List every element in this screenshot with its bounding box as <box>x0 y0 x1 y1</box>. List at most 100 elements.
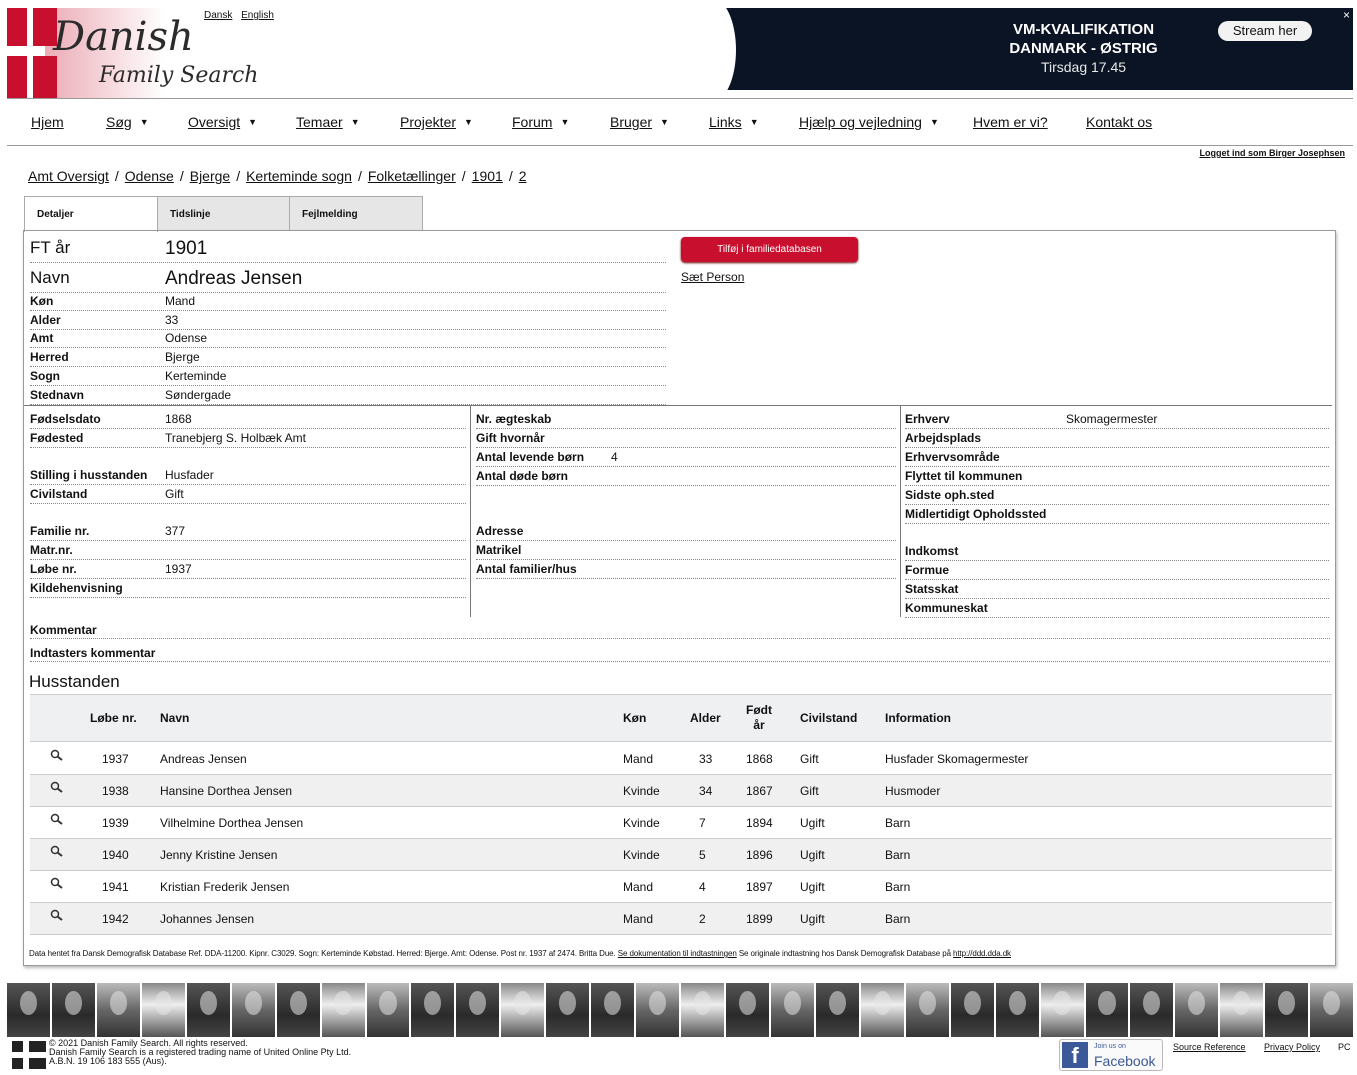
chevron-down-icon: ▼ <box>660 117 669 127</box>
historic-photo <box>321 983 365 1037</box>
site-logo[interactable]: Danish Family Search <box>7 8 297 98</box>
magnifier-icon[interactable] <box>50 781 64 793</box>
cell-info: Barn <box>885 880 911 894</box>
breadcrumb-item[interactable]: Bjerge <box>190 168 230 184</box>
documentation-link[interactable]: Se dokumentation til indtastningen <box>618 949 737 958</box>
dotted-separator <box>476 428 896 429</box>
nav-item-2[interactable]: Oversigt ▼ <box>188 114 257 130</box>
col1-value: 377 <box>165 524 186 538</box>
col-header-fodt[interactable]: Født år <box>744 703 774 733</box>
cell-civil: Ugift <box>800 880 825 894</box>
nav-item-5[interactable]: Forum ▼ <box>512 114 569 130</box>
logged-in-link[interactable]: Logget ind som Birger Josephsen <box>1199 148 1345 158</box>
add-to-family-database-button[interactable]: Tilføj i familiedatabasen <box>681 237 858 262</box>
historic-photo <box>186 983 230 1037</box>
breadcrumb-item[interactable]: Odense <box>125 168 174 184</box>
cell-navn: Andreas Jensen <box>160 752 247 766</box>
col2-label: Matrikel <box>476 543 522 557</box>
close-icon[interactable]: × <box>1343 8 1350 22</box>
nav-item-7[interactable]: Links ▼ <box>709 114 759 130</box>
dotted-separator <box>30 262 666 263</box>
set-person-link[interactable]: Sæt Person <box>681 270 744 284</box>
nav-item-0[interactable]: Hjem <box>31 114 64 130</box>
col-header-civilstand[interactable]: Civilstand <box>800 711 857 726</box>
dotted-separator <box>905 579 1329 580</box>
nav-item-4[interactable]: Projekter ▼ <box>400 114 473 130</box>
historic-photo <box>905 983 949 1037</box>
breadcrumb-item[interactable]: Amt Oversigt <box>28 168 109 184</box>
col-header-kon[interactable]: Køn <box>623 711 646 726</box>
column-divider <box>470 405 471 617</box>
magnifier-icon[interactable] <box>50 749 64 761</box>
dotted-separator <box>905 617 1329 618</box>
ad-banner[interactable]: VM-KVALIFIKATION DANMARK - ØSTRIG Tirsda… <box>708 8 1353 90</box>
lang-english-link[interactable]: English <box>241 10 274 21</box>
tab-tidslinje[interactable]: Tidslinje <box>157 196 290 231</box>
chevron-down-icon: ▼ <box>929 117 939 127</box>
copyright: © 2021 Danish Family Search. All rights … <box>49 1038 352 1066</box>
col2-label: Antal levende børn <box>476 450 585 464</box>
stream-button[interactable]: Stream her <box>1218 21 1312 41</box>
nav-item-6[interactable]: Bruger ▼ <box>610 114 669 130</box>
dotted-separator <box>905 485 1329 486</box>
table-row[interactable]: 1939 Vilhelmine Dorthea Jensen Kvinde 7 1894… <box>30 807 1332 839</box>
col-header-alder[interactable]: Alder <box>690 711 721 726</box>
table-row[interactable]: 1938 Hansine Dorthea Jensen Kvinde 34 1867 Gi… <box>30 775 1332 807</box>
col3-label: Erhvervsområde <box>905 450 1000 464</box>
dotted-separator <box>476 447 896 448</box>
historic-photo <box>276 983 320 1037</box>
ddd-link[interactable]: http://ddd.dda.dk <box>953 949 1011 958</box>
col3-label: Arbejdsplads <box>905 431 982 445</box>
breadcrumb-item[interactable]: Folketællinger <box>368 168 456 184</box>
dotted-separator <box>476 578 896 579</box>
nav-item-label: Forum <box>512 114 553 130</box>
col2-label: Adresse <box>476 524 524 538</box>
magnifier-icon[interactable] <box>50 845 64 857</box>
nav-item-label: Temaer <box>296 114 343 130</box>
table-row[interactable]: 1937 Andreas Jensen Mand 33 1868 Gift Husfader… <box>30 743 1332 775</box>
table-row[interactable]: 1940 Jenny Kristine Jensen Kvinde 5 1896 Ugif… <box>30 839 1332 871</box>
pc-link[interactable]: PC <box>1338 1042 1351 1052</box>
col1-value: 1868 <box>165 412 192 426</box>
historic-photo <box>726 983 769 1037</box>
field-label: Navn <box>30 268 70 287</box>
nav-item-8[interactable]: Hjælp og vejledning ▼ <box>799 114 939 130</box>
col-header-navn[interactable]: Navn <box>160 711 189 726</box>
col-header-information[interactable]: Information <box>885 711 951 726</box>
breadcrumb-separator: / <box>461 168 466 184</box>
historic-photo <box>860 983 904 1037</box>
historic-photo <box>950 983 994 1037</box>
breadcrumb-item[interactable]: 1901 <box>472 168 503 184</box>
dotted-separator <box>30 597 466 598</box>
magnifier-icon[interactable] <box>50 909 64 921</box>
nav-item-9[interactable]: Hvem er vi? <box>973 114 1048 130</box>
breadcrumb-item[interactable]: 2 <box>519 168 527 184</box>
col1-label: Løbe nr. <box>30 562 77 576</box>
tab-fejlmelding[interactable]: Fejlmelding <box>289 196 423 231</box>
household-title: Husstanden <box>29 672 120 691</box>
col2-label: Antal familier/hus <box>476 562 577 576</box>
nav-item-label: Bruger <box>610 114 653 130</box>
tab-detaljer[interactable]: Detaljer <box>24 196 158 232</box>
dotted-separator <box>30 347 666 348</box>
field-label: Amt <box>30 331 54 345</box>
table-row[interactable]: 1941 Kristian Frederik Jensen Mand 4 1897 Ugi… <box>30 871 1332 903</box>
dotted-separator <box>30 310 666 311</box>
cell-civil: Ugift <box>800 912 825 926</box>
cell-info: Husmoder <box>885 784 941 798</box>
facebook-button[interactable]: f Join us on Facebook <box>1059 1039 1163 1071</box>
nav-item-10[interactable]: Kontakt os <box>1086 114 1152 130</box>
privacy-policy-link[interactable]: Privacy Policy <box>1264 1042 1320 1052</box>
nav-item-1[interactable]: Søg ▼ <box>106 114 149 130</box>
nav-item-3[interactable]: Temaer ▼ <box>296 114 360 130</box>
lang-dansk-link[interactable]: Dansk <box>204 10 232 21</box>
breadcrumb-item[interactable]: Kerteminde sogn <box>246 168 352 184</box>
magnifier-icon[interactable] <box>50 813 64 825</box>
col-header-lobenr[interactable]: Løbe nr. <box>90 711 137 726</box>
dotted-separator <box>905 598 1329 599</box>
chevron-down-icon: ▼ <box>139 117 149 127</box>
historic-photo <box>96 983 140 1037</box>
magnifier-icon[interactable] <box>50 877 64 889</box>
table-row[interactable]: 1942 Johannes Jensen Mand 2 1899 Ugift Barn <box>30 903 1332 935</box>
source-reference-link[interactable]: Source Reference <box>1173 1042 1246 1052</box>
